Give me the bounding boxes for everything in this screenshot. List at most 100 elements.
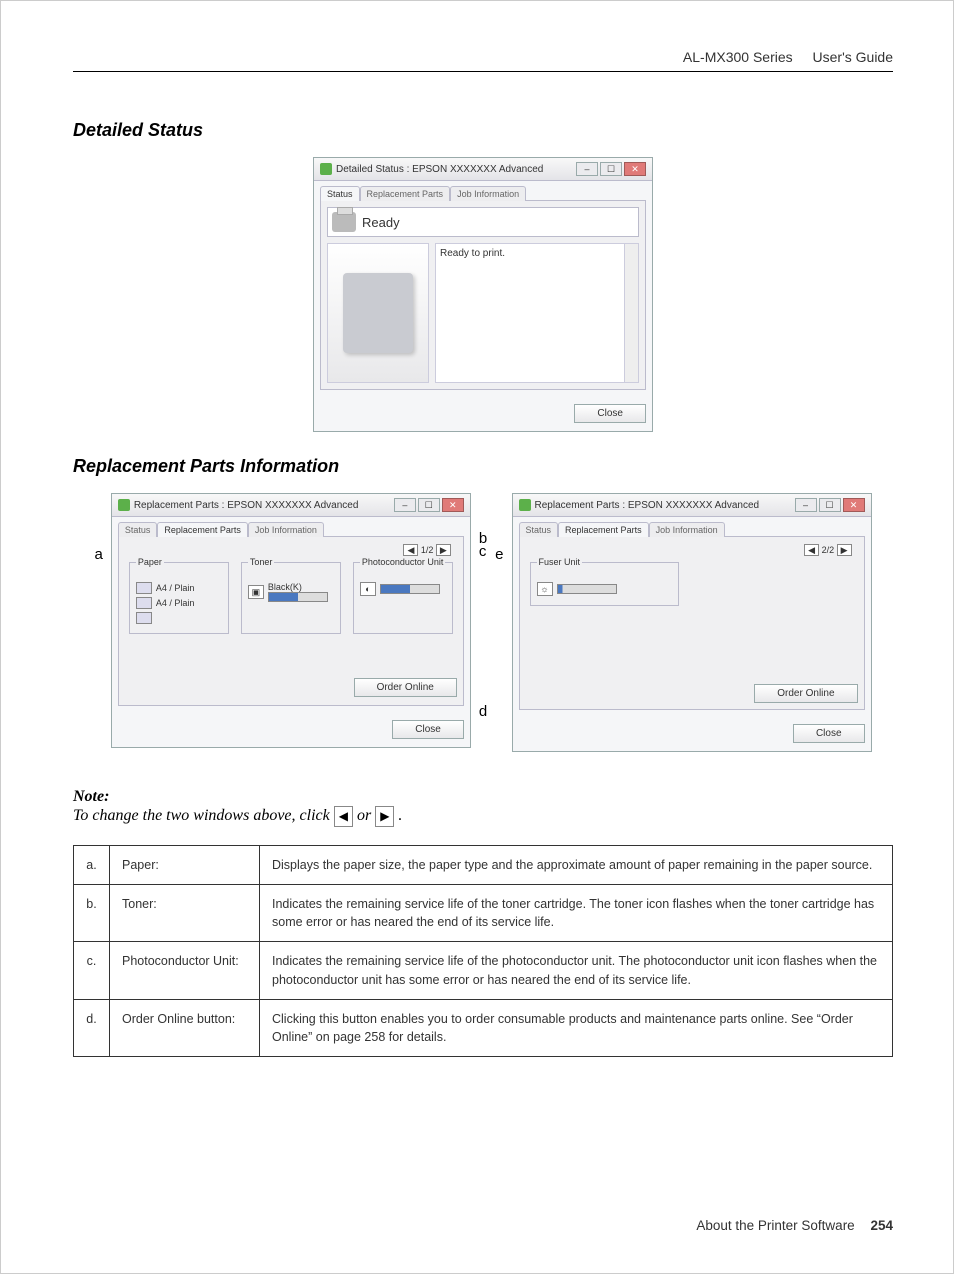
status-ready-row: Ready	[327, 207, 639, 237]
replacement-parts-window-1: Replacement Parts : EPSON XXXXXXX Advanc…	[111, 493, 471, 748]
fuser-icon: ☼	[537, 582, 553, 596]
page-number: 254	[870, 1218, 893, 1233]
tab-status[interactable]: Status	[519, 522, 559, 537]
toner-icon: ▣	[248, 585, 264, 599]
group-toner-label: Toner	[248, 557, 275, 567]
tab-job[interactable]: Job Information	[248, 522, 324, 537]
group-photoconductor-label: Photoconductor Unit	[360, 557, 446, 567]
def-name: Photoconductor Unit:	[110, 942, 260, 999]
guide-name: User's Guide	[813, 49, 893, 65]
def-desc: Displays the paper size, the paper type …	[260, 846, 893, 885]
def-key: c.	[74, 942, 110, 999]
note-body-after: .	[398, 807, 402, 824]
def-desc: Indicates the remaining service life of …	[260, 885, 893, 942]
close-window-button[interactable]: ✕	[624, 162, 646, 176]
close-button[interactable]: Close	[793, 724, 865, 743]
group-photoconductor: Photoconductor Unit ◐	[353, 562, 453, 634]
replacement-parts-window-2: Replacement Parts : EPSON XXXXXXX Advanc…	[512, 493, 872, 752]
group-paper-label: Paper	[136, 557, 164, 567]
page-header: AL-MX300 Series User's Guide	[73, 49, 893, 72]
detailed-status-window: Detailed Status : EPSON XXXXXXX Advanced…	[313, 157, 653, 432]
tab-replacement[interactable]: Replacement Parts	[157, 522, 248, 537]
note-label: Note:	[73, 788, 893, 806]
tab-replacement[interactable]: Replacement Parts	[558, 522, 649, 537]
callout-e: e	[495, 493, 503, 562]
callout-d: d	[479, 704, 487, 719]
tab-job[interactable]: Job Information	[450, 186, 526, 201]
prev-page-button[interactable]: ◀	[403, 544, 418, 556]
tab-job[interactable]: Job Information	[649, 522, 725, 537]
minimize-button[interactable]: –	[795, 498, 817, 512]
status-message: Ready to print.	[440, 248, 505, 259]
app-icon	[519, 499, 531, 511]
close-button[interactable]: Close	[574, 404, 646, 423]
def-desc: Clicking this button enables you to orde…	[260, 999, 893, 1056]
next-nav-icon: ▶	[375, 806, 394, 827]
table-row: b.Toner:Indicates the remaining service …	[74, 885, 893, 942]
scrollbar[interactable]	[624, 244, 638, 382]
window-title: Detailed Status : EPSON XXXXXXX Advanced	[336, 164, 572, 175]
def-key: d.	[74, 999, 110, 1056]
tray2-label: A4 / Plain	[156, 598, 195, 608]
app-icon	[320, 163, 332, 175]
def-name: Toner:	[110, 885, 260, 942]
toner-black-label: Black(K)	[268, 582, 328, 592]
fuser-level-bar	[557, 584, 617, 594]
note-body-before: To change the two windows above, click	[73, 807, 334, 824]
product-name: AL-MX300 Series	[683, 49, 793, 65]
table-row: d.Order Online button:Clicking this butt…	[74, 999, 893, 1056]
message-area: Ready to print.	[435, 243, 639, 383]
tab-replacement[interactable]: Replacement Parts	[360, 186, 451, 201]
callout-a: a	[94, 493, 102, 562]
minimize-button[interactable]: –	[576, 162, 598, 176]
tray-icon	[136, 582, 152, 594]
tray-icon	[136, 612, 152, 624]
def-key: a.	[74, 846, 110, 885]
def-name: Order Online button:	[110, 999, 260, 1056]
order-online-button[interactable]: Order Online	[754, 684, 857, 703]
toner-level-bar	[268, 592, 328, 602]
page-indicator: 1/2	[421, 545, 434, 555]
prev-page-button[interactable]: ◀	[804, 544, 819, 556]
order-online-button[interactable]: Order Online	[354, 678, 457, 697]
def-desc: Indicates the remaining service life of …	[260, 942, 893, 999]
next-page-button[interactable]: ▶	[436, 544, 451, 556]
tray1-label: A4 / Plain	[156, 583, 195, 593]
definitions-table: a.Paper:Displays the paper size, the pap…	[73, 845, 893, 1057]
tabs: StatusReplacement PartsJob Information	[314, 181, 652, 200]
maximize-button[interactable]: ☐	[600, 162, 622, 176]
table-row: a.Paper:Displays the paper size, the pap…	[74, 846, 893, 885]
ready-label: Ready	[362, 215, 400, 230]
callout-c: c	[479, 544, 487, 559]
maximize-button[interactable]: ☐	[819, 498, 841, 512]
note-block: Note: To change the two windows above, c…	[73, 788, 893, 827]
def-key: b.	[74, 885, 110, 942]
page-indicator: 2/2	[822, 545, 835, 555]
section-replacement-parts: Replacement Parts Information	[73, 456, 893, 477]
minimize-button[interactable]: –	[394, 498, 416, 512]
next-page-button[interactable]: ▶	[837, 544, 852, 556]
photoconductor-icon: ◐	[360, 582, 376, 596]
def-name: Paper:	[110, 846, 260, 885]
note-or: or	[357, 807, 375, 824]
close-button[interactable]: Close	[392, 720, 464, 739]
tab-status[interactable]: Status	[118, 522, 158, 537]
group-fuser: Fuser Unit ☼	[530, 562, 679, 606]
printer-illustration	[327, 243, 429, 383]
group-fuser-label: Fuser Unit	[537, 557, 583, 567]
tray-icon	[136, 597, 152, 609]
group-paper: Paper A4 / Plain A4 / Plain	[129, 562, 229, 634]
printer-icon	[332, 212, 356, 232]
close-window-button[interactable]: ✕	[843, 498, 865, 512]
chapter-name: About the Printer Software	[696, 1218, 854, 1233]
window-title: Replacement Parts : EPSON XXXXXXX Advanc…	[134, 500, 390, 511]
prev-nav-icon: ◀	[334, 806, 353, 827]
photoconductor-level-bar	[380, 584, 440, 594]
table-row: c.Photoconductor Unit:Indicates the rema…	[74, 942, 893, 999]
page-footer: About the Printer Software 254	[696, 1218, 893, 1233]
app-icon	[118, 499, 130, 511]
maximize-button[interactable]: ☐	[418, 498, 440, 512]
close-window-button[interactable]: ✕	[442, 498, 464, 512]
tab-status[interactable]: Status	[320, 186, 360, 201]
window-title: Replacement Parts : EPSON XXXXXXX Advanc…	[535, 500, 791, 511]
